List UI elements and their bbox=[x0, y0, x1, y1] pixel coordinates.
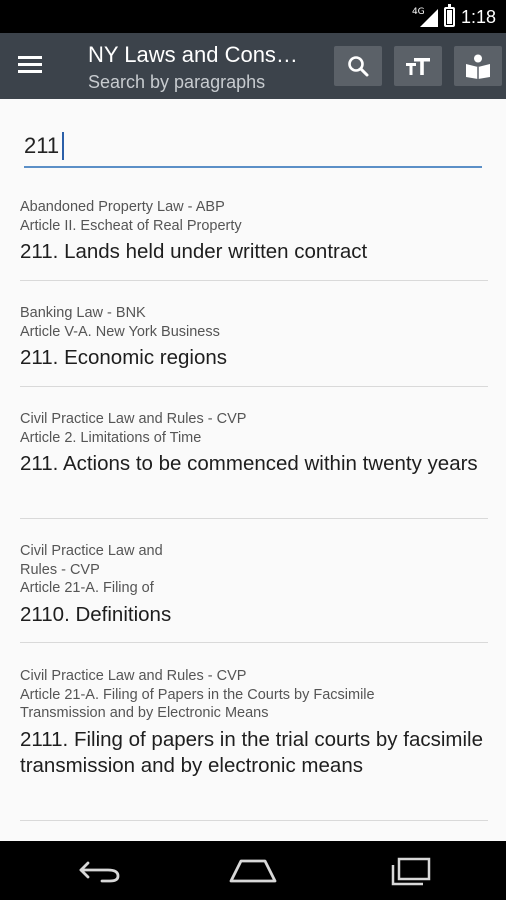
result-law: Civil Practice Law and Rules - CVP bbox=[20, 543, 163, 578]
divider bbox=[20, 386, 488, 387]
result-heading: 211. Actions to be commenced within twen… bbox=[20, 452, 478, 475]
result-article: Article II. Escheat of Real Property bbox=[20, 217, 242, 234]
status-time: 1:18 bbox=[460, 6, 496, 27]
book-button[interactable] bbox=[454, 46, 502, 86]
app-subtitle: Search by paragraphs bbox=[88, 72, 266, 92]
text-size-icon bbox=[406, 58, 430, 75]
app-titles: NY Laws and Cons… Search by paragraphs bbox=[88, 42, 324, 93]
result-article: Article V-A. New York Business bbox=[20, 323, 220, 340]
signal-icon: 4G bbox=[412, 7, 438, 27]
result-heading: 211. Economic regions bbox=[20, 346, 228, 369]
result-item[interactable]: Civil Practice Law and Rules - CVP Artic… bbox=[20, 410, 488, 477]
result-item[interactable]: Abandoned Property Law - ABP Article II.… bbox=[20, 198, 488, 265]
search-field[interactable] bbox=[24, 128, 482, 168]
result-article: Article 2. Limitations of Time bbox=[20, 429, 202, 446]
search-icon bbox=[348, 56, 369, 77]
back-button[interactable] bbox=[70, 851, 130, 891]
recents-button[interactable] bbox=[380, 851, 440, 891]
result-article: Article 21-A. Filing of bbox=[20, 580, 154, 596]
result-heading: 211. Lands held under written contract bbox=[20, 240, 368, 263]
divider bbox=[20, 820, 488, 821]
result-article: Article 21-A. Filing of Papers in the Co… bbox=[20, 686, 375, 722]
divider bbox=[20, 280, 488, 281]
result-heading: 2111. Filing of papers in the trial cour… bbox=[20, 727, 483, 777]
result-law: Civil Practice Law and Rules - CVP bbox=[20, 411, 247, 427]
search-button[interactable] bbox=[334, 46, 382, 86]
book-icon bbox=[466, 54, 490, 79]
divider bbox=[20, 518, 488, 519]
result-item[interactable]: Banking Law - BNK Article V-A. New York … bbox=[20, 304, 488, 371]
result-heading: 2110. Definitions bbox=[20, 602, 172, 626]
text-size-button[interactable] bbox=[394, 46, 442, 86]
status-icons: 4G 1:18 bbox=[412, 4, 496, 29]
back-icon bbox=[79, 861, 120, 883]
result-law: Banking Law - BNK bbox=[20, 305, 146, 321]
recents-icon bbox=[391, 857, 431, 886]
text-caret bbox=[62, 132, 64, 160]
home-icon bbox=[229, 859, 277, 883]
menu-icon[interactable] bbox=[18, 53, 52, 79]
status-bar: 4G 1:18 bbox=[0, 0, 506, 33]
home-button[interactable] bbox=[223, 851, 283, 891]
app-bar: NY Laws and Cons… Search by paragraphs bbox=[0, 33, 506, 99]
result-law: Civil Practice Law and Rules - CVP bbox=[20, 668, 247, 684]
result-item[interactable]: Civil Practice Law and Rules - CVP Artic… bbox=[20, 542, 488, 628]
app-title: NY Laws and Cons… bbox=[88, 42, 298, 67]
result-item[interactable]: Civil Practice Law and Rules - CVP Artic… bbox=[20, 667, 488, 779]
divider bbox=[20, 642, 488, 643]
battery-icon bbox=[443, 4, 455, 27]
search-input[interactable] bbox=[24, 128, 482, 164]
nav-bar bbox=[0, 841, 506, 900]
result-law: Abandoned Property Law - ABP bbox=[20, 199, 225, 215]
